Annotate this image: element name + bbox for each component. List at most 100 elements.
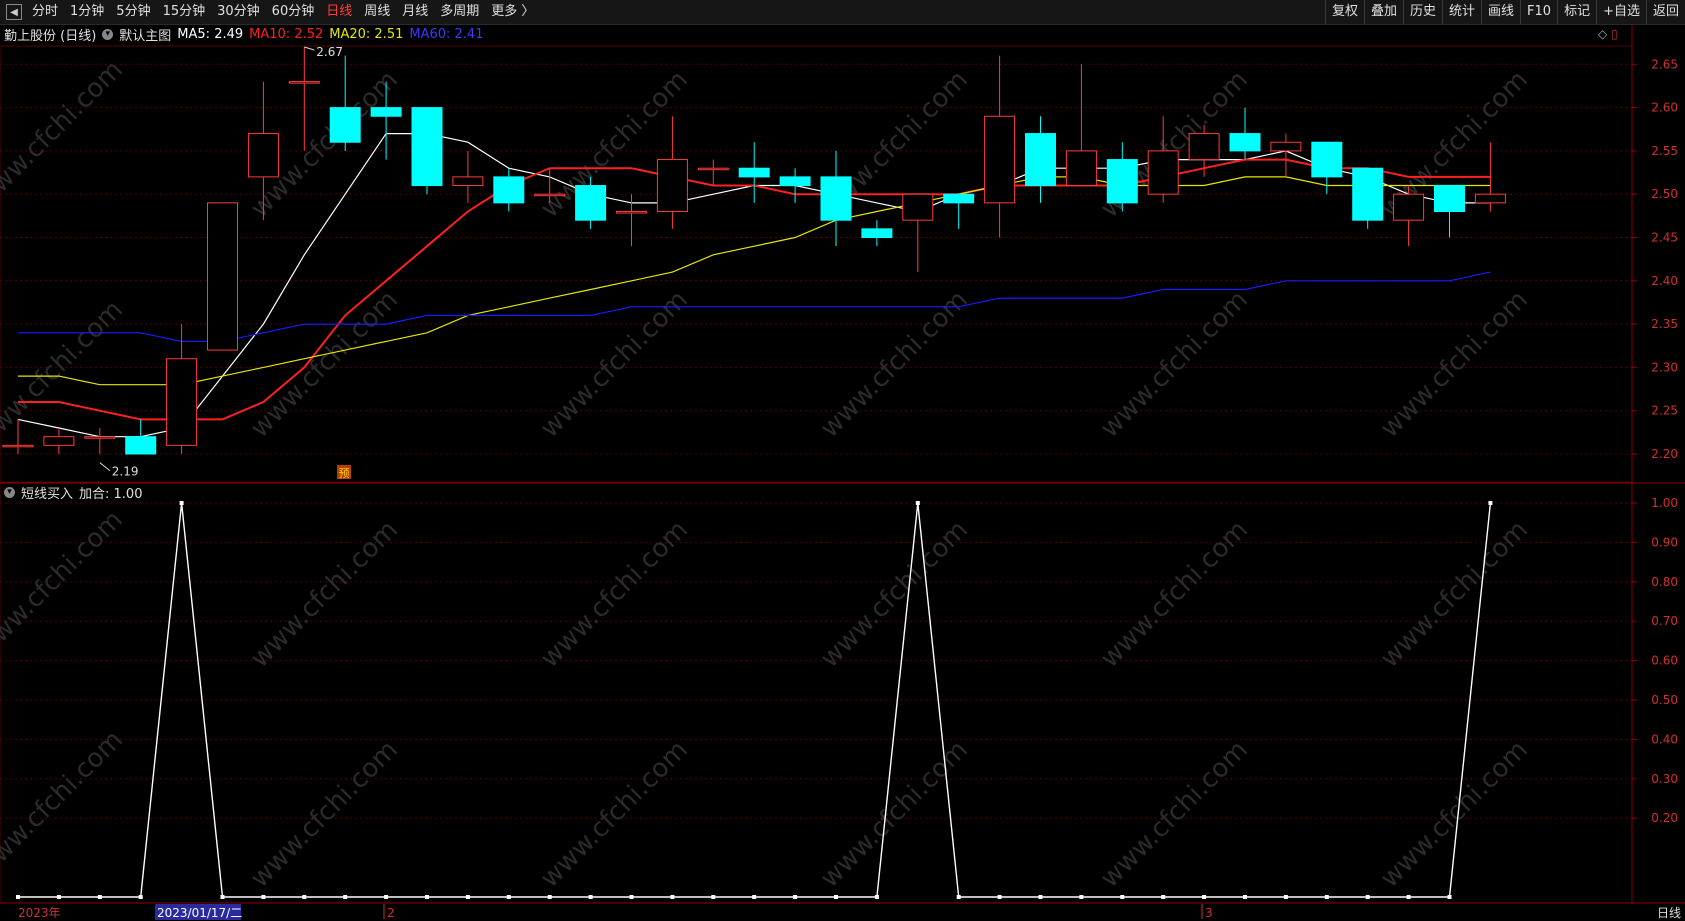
buy-signal-point [1243,895,1247,899]
watermark-text: www.cfchi.com [1095,515,1254,674]
tab-30min[interactable]: 30分钟 [211,0,266,24]
buy-signal-point [56,895,61,899]
candle [1352,167,1384,229]
candle-body [370,107,402,117]
candle [861,220,893,247]
buy-signal-point [261,895,266,899]
indicator-value: 加合: 1.00 [79,486,143,502]
candle-body [411,107,443,187]
indicator-name[interactable]: 短线买入 [21,483,73,502]
watermark-text: www.cfchi.com [0,505,129,664]
candle [1147,116,1179,203]
candle-body [452,176,484,187]
add-watchlist-button[interactable]: +自选 [1596,0,1646,24]
candle [1434,185,1465,238]
tab-5min[interactable]: 5分钟 [110,0,156,24]
pre-tag-box [337,465,351,479]
buy-signal-point [997,895,1002,899]
candle-body [656,159,688,213]
price-tick-label: 2.50 [1651,187,1678,201]
candle-body [1270,141,1302,152]
candle [534,168,566,203]
watermark-text: www.cfchi.com [0,295,129,454]
price-tick-label: 2.60 [1651,101,1678,115]
candle [575,176,607,229]
draw-button[interactable]: 画线 [1481,0,1520,24]
candle [329,55,361,151]
watermark-text: www.cfchi.com [1375,515,1534,674]
return-button[interactable]: 返回 [1645,0,1685,24]
period-tabs: ◀ 分时 1分钟 5分钟 15分钟 30分钟 60分钟 日线 周线 月线 多周期… [0,0,540,24]
candle-body [43,436,75,446]
template-name[interactable]: 默认主图 [119,25,171,44]
watermark-text: www.cfchi.com [0,725,129,884]
mark-button[interactable]: 标记 [1557,0,1596,24]
tab-monthly[interactable]: 月线 [396,0,434,24]
buy-signal-point [1283,895,1288,899]
tab-more[interactable]: 更多 〉 [485,0,540,24]
buy-signal-point [16,895,20,899]
buy-signal-point [384,895,389,899]
buy-signal-point [752,895,757,899]
watermark-text: www.cfchi.com [1095,285,1254,444]
candle-body [329,107,361,143]
watermark-text: www.cfchi.com [535,285,694,444]
indicator-tick-label: 1.00 [1651,496,1678,510]
indicator-dropdown-icon[interactable]: ▾ [4,486,15,498]
candle [43,428,75,454]
buy-signal-point [915,501,920,505]
tab-15min[interactable]: 15分钟 [157,0,212,24]
main-panel-frame [0,45,1633,483]
candle [1474,142,1506,212]
history-button[interactable]: 历史 [1402,0,1442,24]
indicator-tick-label: 0.40 [1651,732,1678,746]
tab-multi-period[interactable]: 多周期 [434,0,485,24]
candle [370,81,402,160]
ma60-value: MA60: 2.41 [409,26,484,42]
indicator-tick-label: 0.70 [1651,614,1678,628]
tab-1min[interactable]: 1分钟 [64,0,110,24]
template-dropdown-icon[interactable]: ▾ [102,28,114,40]
high-marker-label: 2.67 [316,45,343,59]
watermark-text: www.cfchi.com [535,515,694,674]
candle [616,194,647,247]
candle-body [1065,150,1097,187]
buy-signal-point [343,895,348,899]
buy-signal-point [1447,895,1452,899]
chart-area[interactable]: www.cfchi.com www.cfchi.com www.cfchi.com w… [0,0,1685,920]
candle-body [779,176,811,187]
candle-body [984,115,1016,204]
f10-button[interactable]: F10 [1520,0,1557,24]
tab-daily[interactable]: 日线 [320,0,358,24]
candle-body [166,358,198,446]
tab-60min[interactable]: 60分钟 [266,0,321,24]
indicator-tick-label: 0.30 [1651,772,1678,786]
buy-signal-point [1038,895,1043,899]
indicator-legend: ▾ 短线买入 加合: 1.00 [4,483,148,502]
back-arrow-icon[interactable]: ◀ [6,4,22,20]
candle [166,324,198,454]
candle [656,116,688,229]
watermark-text: www.cfchi.com [535,735,694,894]
ma20-line [18,176,1491,386]
ma5-value: MA5: 2.49 [177,26,244,42]
stats-button[interactable]: 统计 [1442,0,1481,24]
candle [84,428,116,454]
buy-signal-point [1079,895,1084,899]
adjust-button[interactable]: 复权 [1324,0,1364,24]
tab-weekly[interactable]: 周线 [358,0,396,24]
panel-icon[interactable]: ▯ [1611,27,1618,41]
candle-body [1474,193,1506,204]
candle-body [1106,159,1138,204]
main-chart-legend: 勤上股份 (日线) ▾ 默认主图 MA5: 2.49 MA10: 2.52 MA… [4,25,489,44]
diamond-icon[interactable]: ◇ [1598,27,1607,41]
overlay-button[interactable]: 叠加 [1363,0,1403,24]
buy-signal-point [1324,895,1329,899]
tab-minute-chart[interactable]: 分时 [26,0,64,24]
price-tick-label: 2.30 [1651,360,1678,374]
buy-signal-point [1488,501,1493,505]
candle [1393,185,1425,247]
indicator-tick-label: 0.60 [1651,654,1678,668]
price-tick-label: 2.25 [1651,404,1678,418]
candle [288,46,320,151]
